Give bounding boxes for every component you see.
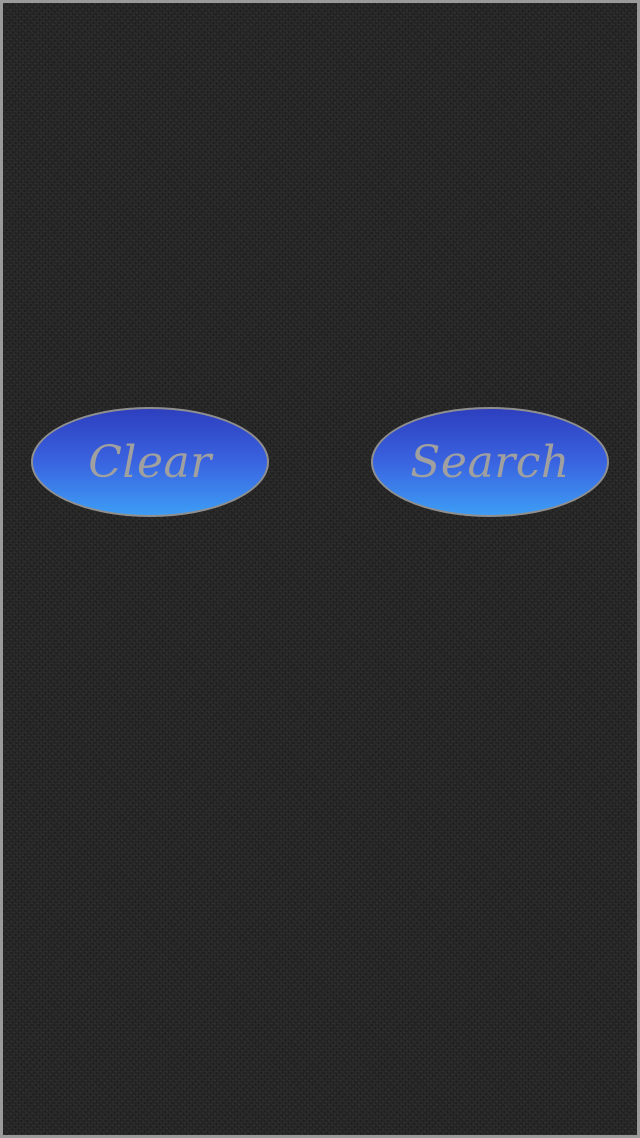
clear-button[interactable]: Clear [31, 407, 269, 517]
search-button-label: Search [410, 436, 570, 488]
app-screen: Clear Search [0, 0, 640, 1138]
search-button[interactable]: Search [371, 407, 609, 517]
clear-button-label: Clear [88, 436, 212, 488]
